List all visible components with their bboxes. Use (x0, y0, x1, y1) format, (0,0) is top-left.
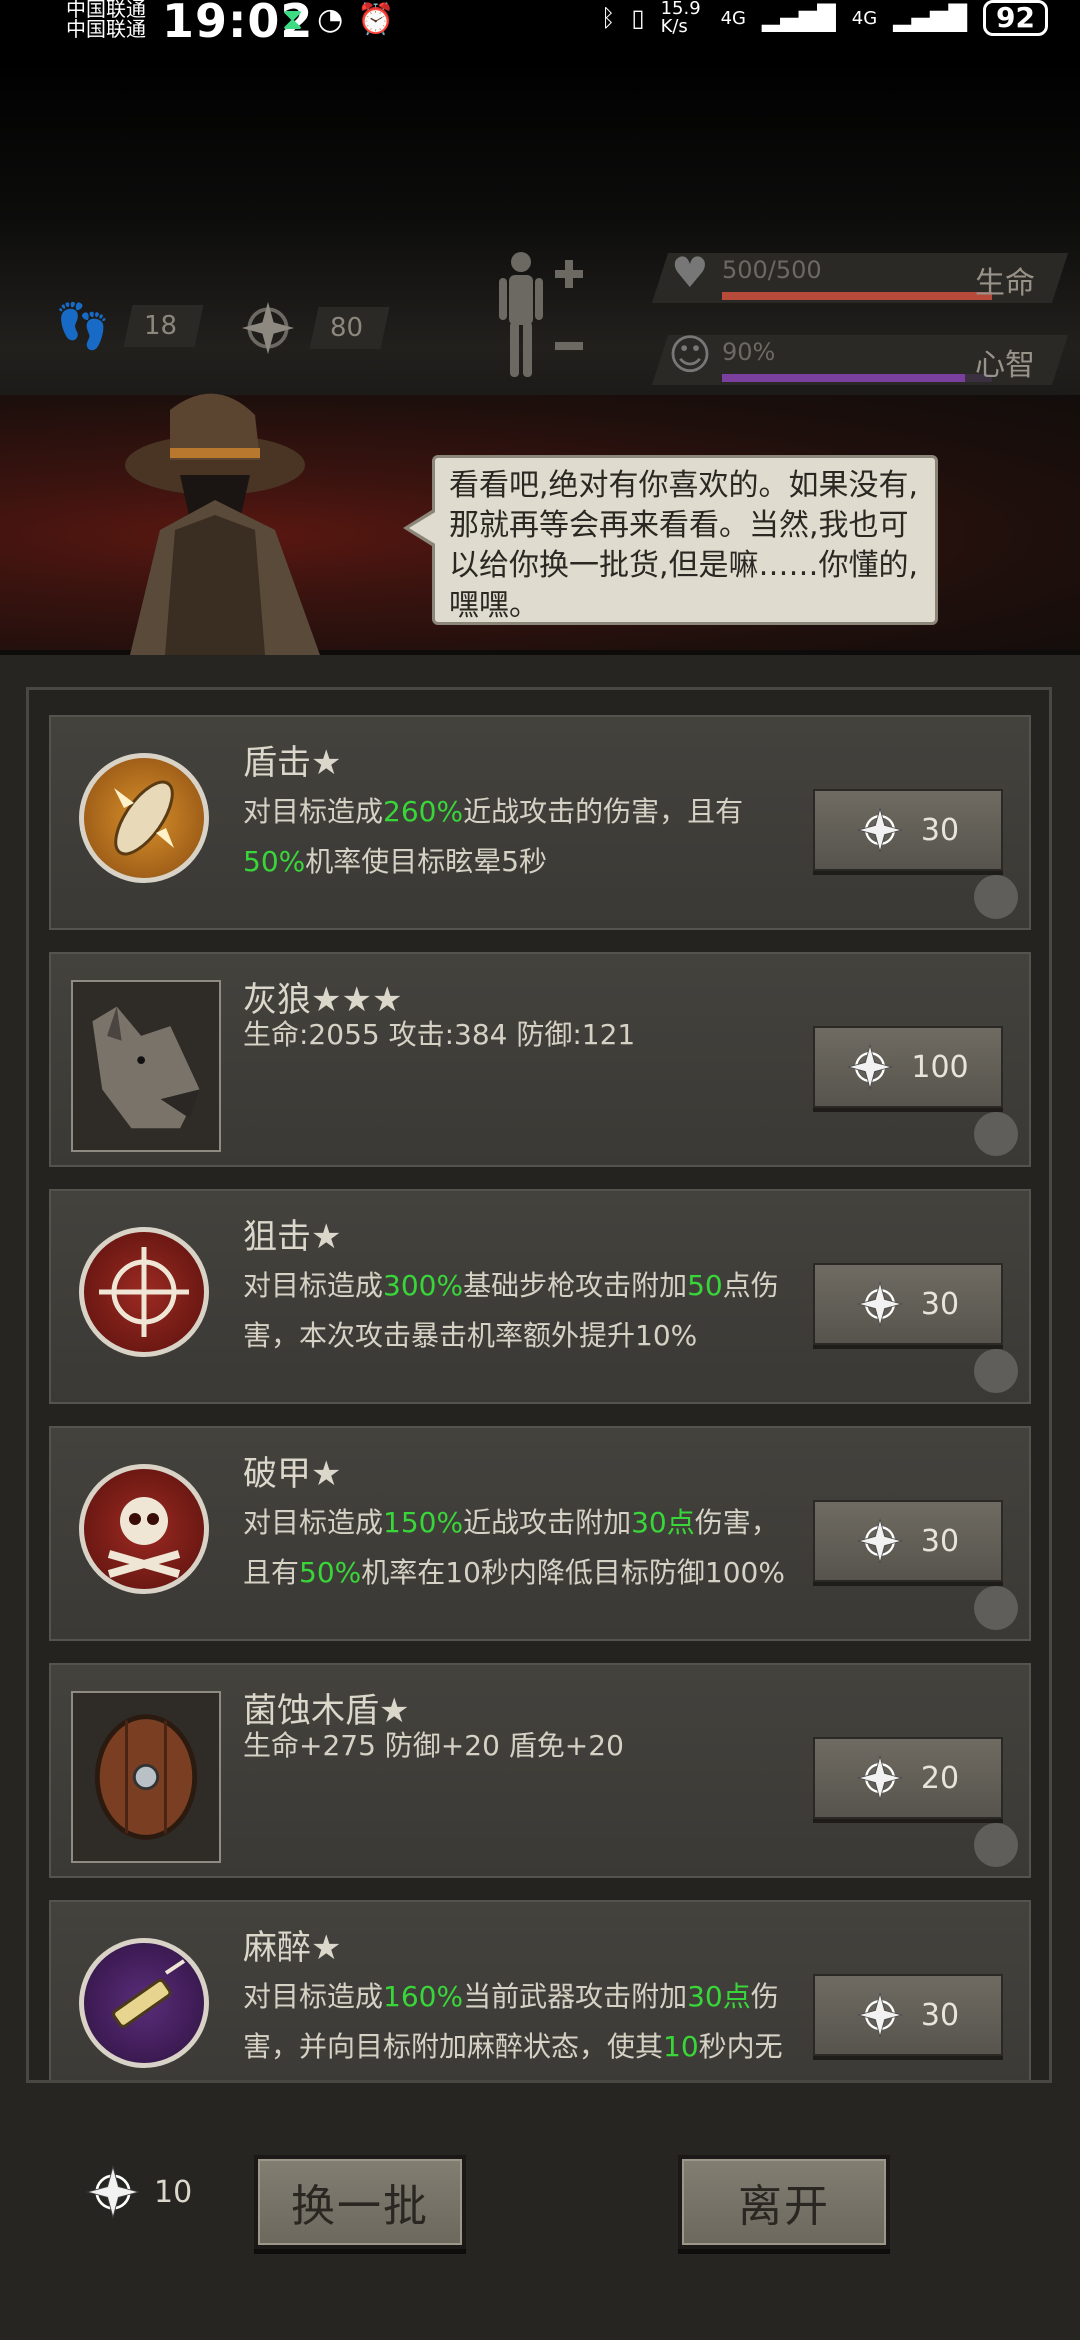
wooden-shield-icon (71, 1691, 221, 1863)
shop-item-card[interactable]: 盾击★ 对目标造成260%近战攻击的伤害，且有50%机率使目标眩晕5秒 30 (49, 715, 1031, 930)
buy-button[interactable]: 30 (813, 1974, 1003, 2056)
radiation-watermark-icon (974, 1349, 1018, 1393)
radiation-watermark-icon (974, 1112, 1018, 1156)
net-speed: 15.9 K/s (660, 0, 701, 37)
buy-button[interactable]: 30 (813, 1500, 1003, 1582)
sanity-fill (722, 374, 965, 382)
alarm-icon: ⏰ (357, 2, 395, 37)
item-title: 麻醉★ (243, 1928, 342, 1968)
character-body-icon[interactable] (495, 250, 585, 380)
compass-value: 80 (330, 313, 364, 343)
sanity-label: 心智 (975, 348, 1035, 383)
status-icons-left: ⧗ ◔ ⏰ (282, 2, 395, 37)
shop-item-card[interactable]: 破甲★ 对目标造成150%近战攻击附加30点伤害，且有50%机率在10秒内降低目… (49, 1426, 1031, 1641)
leave-button[interactable]: 离开 (678, 2155, 890, 2249)
signal-icon-2: ▂▄▆█ (893, 4, 968, 32)
price-value: 30 (920, 812, 960, 848)
radiation-watermark-icon (974, 1586, 1018, 1630)
compass-coin-icon (856, 1755, 903, 1801)
battery-indicator: 92 (983, 0, 1048, 36)
bluetooth-icon: ᛒ (600, 4, 616, 32)
item-description: 对目标造成260%近战攻击的伤害，且有50%机率使目标眩晕5秒 (243, 795, 744, 878)
merchant-dialog: 看看吧,绝对有你喜欢的。如果没有,那就再等会再来看看。当然,我也可以给你换一批货… (403, 455, 938, 625)
health-fill (722, 292, 992, 300)
price-value: 100 (911, 1049, 969, 1085)
syringe-icon (79, 1938, 209, 2068)
compass-stat: 80 (240, 300, 390, 356)
shop-item-card[interactable]: 菌蚀木盾★ 生命+275 防御+20 盾免+20 20 (49, 1663, 1031, 1878)
signal-icon-1: ▂▄▆█ (761, 4, 836, 32)
item-description: 对目标造成300%基础步枪攻击附加50点伤害，本次攻击暴击机率额外提升10% (243, 1269, 779, 1352)
health-bar: ♥ 500/500 生命 (651, 248, 1069, 308)
heartbeat-icon: ♥ (671, 248, 709, 297)
sanity-bar: ☺ 90% 心智 (651, 330, 1069, 390)
compass-coin-icon (856, 807, 903, 853)
skull-crossbones-icon (79, 1464, 209, 1594)
vibrate-icon: ▯ (631, 4, 645, 32)
coin-count: 10 (154, 2174, 193, 2210)
shop-item-card[interactable]: 灰狼★★★ 生命:2055 攻击:384 防御:121 100 (49, 952, 1031, 1167)
footprints-icon: 👣 (55, 301, 110, 352)
net-type-1: 4G (720, 7, 746, 29)
compass-icon (241, 301, 295, 355)
shop-item-card[interactable]: 麻醉★ 对目标造成160%当前武器攻击附加30点伤害，并向目标附加麻醉状态，使其… (49, 1900, 1031, 2080)
item-description: 对目标造成160%当前武器攻击附加30点伤害，并向目标附加麻醉状态，使其10秒内… (243, 1980, 783, 2063)
health-value: 500/500 (722, 256, 822, 284)
radiation-watermark-icon (974, 875, 1018, 919)
shop-item-card[interactable]: 狙击★ 对目标造成300%基础步枪攻击附加50点伤害，本次攻击暴击机率额外提升1… (49, 1189, 1031, 1404)
price-value: 20 (920, 1760, 960, 1796)
steps-value: 18 (143, 311, 177, 341)
item-title: 狙击★ (243, 1217, 342, 1257)
price-value: 30 (920, 1997, 960, 2033)
buy-button[interactable]: 100 (813, 1026, 1003, 1108)
compass-coin-icon (86, 2165, 140, 2219)
radiation-watermark-icon (974, 1823, 1018, 1867)
buy-button[interactable]: 30 (813, 1263, 1003, 1345)
buy-button[interactable]: 30 (813, 789, 1003, 871)
hourglass-icon: ⧗ (282, 2, 304, 37)
status-icons-right: ᛒ ▯ 15.9 K/s 4G ▂▄▆█ 4G ▂▄▆█ 92 (601, 0, 1048, 36)
item-description: 生命:2055 攻击:384 防御:121 (243, 1018, 636, 1051)
sniper-crosshair-icon (79, 1227, 209, 1357)
item-title: 破甲★ (243, 1454, 342, 1494)
compass-coin-icon (847, 1044, 894, 1090)
grey-wolf-portrait (71, 980, 221, 1152)
compass-coin-icon (856, 1518, 903, 1564)
shop-item-list[interactable]: 盾击★ 对目标造成260%近战攻击的伤害，且有50%机率使目标眩晕5秒 30 灰… (26, 687, 1052, 2083)
brain-head-icon: ☺ (668, 330, 712, 379)
price-value: 30 (920, 1523, 960, 1559)
item-description: 对目标造成150%近战攻击附加30点伤害，且有50%机率在10秒内降低目标防御1… (243, 1506, 785, 1589)
item-description: 生命+275 防御+20 盾免+20 (243, 1729, 624, 1762)
shield-bash-icon (79, 753, 209, 883)
sanity-value: 90% (722, 338, 776, 366)
compass-coin-icon (856, 1281, 903, 1327)
speedometer-icon: ◔ (317, 2, 344, 37)
coin-balance: 10 (86, 2165, 192, 2219)
buy-button[interactable]: 20 (813, 1737, 1003, 1819)
carrier-name: 中国联通 (66, 17, 146, 41)
status-bar: 中国联通 中国联通 19:02 ⧗ ◔ ⏰ ᛒ ▯ 15.9 K/s 4G ▂▄… (0, 0, 1080, 60)
carrier-block: 中国联通 中国联通 (66, 0, 146, 40)
item-title: 盾击★ (243, 743, 342, 783)
compass-coin-icon (856, 1992, 903, 2038)
merchant-npc-portrait (125, 393, 320, 655)
health-label: 生命 (975, 266, 1035, 301)
price-value: 30 (920, 1286, 960, 1322)
steps-stat: 👣 18 (55, 300, 204, 352)
net-type-2: 4G (851, 7, 878, 29)
refresh-stock-button[interactable]: 换一批 (254, 2155, 466, 2249)
